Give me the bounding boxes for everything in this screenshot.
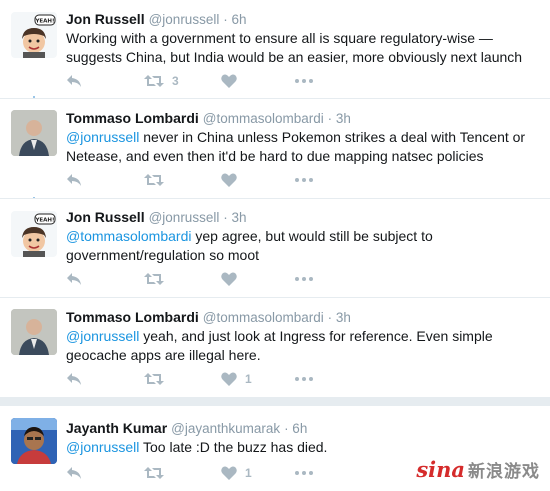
timestamp[interactable]: · 6h bbox=[284, 421, 307, 436]
tweet-actions bbox=[66, 269, 366, 289]
timestamp[interactable]: · 3h bbox=[328, 111, 351, 126]
author-handle[interactable]: @jonrussell bbox=[149, 12, 220, 27]
author-name[interactable]: Jon Russell bbox=[66, 11, 145, 27]
tweet-actions bbox=[66, 170, 366, 190]
heart-icon bbox=[221, 466, 237, 480]
timestamp[interactable]: · 3h bbox=[223, 210, 246, 225]
reply-button[interactable] bbox=[66, 170, 82, 190]
author-name[interactable]: Jon Russell bbox=[66, 209, 145, 225]
retweet-button[interactable] bbox=[144, 369, 172, 389]
more-icon bbox=[295, 471, 313, 475]
reply-icon bbox=[67, 467, 81, 479]
like-count: 1 bbox=[245, 372, 252, 386]
like-button[interactable]: 1 bbox=[221, 463, 252, 483]
like-count: 1 bbox=[245, 466, 252, 480]
more-button[interactable] bbox=[295, 170, 313, 190]
tweet[interactable]: YEAH! Jon Russell @jonrussell · 6h Workin… bbox=[0, 0, 550, 96]
retweet-icon bbox=[144, 467, 164, 479]
heart-icon bbox=[221, 372, 237, 386]
like-button[interactable]: 1 bbox=[221, 369, 252, 389]
retweet-button[interactable]: 3 bbox=[144, 71, 179, 91]
avatar[interactable] bbox=[11, 110, 57, 156]
retweet-count: 3 bbox=[172, 74, 179, 88]
tweet-text: @jonrussell Too late :D the buzz has die… bbox=[66, 438, 536, 457]
tweet-actions: 1 bbox=[66, 463, 366, 483]
watermark: sina 新浪游戏 bbox=[416, 457, 540, 482]
reply-icon bbox=[67, 373, 81, 385]
reply-button[interactable] bbox=[66, 71, 82, 91]
reply-button[interactable] bbox=[66, 269, 82, 289]
mention-link[interactable]: @jonrussell bbox=[66, 328, 139, 344]
watermark-logo: sina bbox=[416, 457, 465, 482]
mention-link[interactable]: @jonrussell bbox=[66, 129, 139, 145]
more-button[interactable] bbox=[295, 71, 313, 91]
more-button[interactable] bbox=[295, 269, 313, 289]
more-icon bbox=[295, 277, 313, 281]
more-icon bbox=[295, 377, 313, 381]
reply-icon bbox=[67, 273, 81, 285]
heart-icon bbox=[221, 74, 237, 88]
tweet-body: Working with a government to ensure all … bbox=[66, 30, 523, 65]
mention-link[interactable]: @jonrussell bbox=[66, 439, 139, 455]
avatar[interactable]: YEAH! bbox=[11, 12, 57, 58]
author-handle[interactable]: @jonrussell bbox=[149, 210, 220, 225]
avatar-badge: YEAH! bbox=[34, 19, 54, 25]
author-handle[interactable]: @tommasolombardi bbox=[203, 310, 324, 325]
like-button[interactable] bbox=[221, 170, 245, 190]
tweet-text: Working with a government to ensure all … bbox=[66, 29, 536, 67]
watermark-text: 新浪游戏 bbox=[468, 462, 540, 482]
reply-icon bbox=[67, 75, 81, 87]
more-icon bbox=[295, 178, 313, 182]
tweet-text: @jonrussell never in China unless Pokemo… bbox=[66, 128, 536, 166]
tweet-text: @jonrussell yeah, and just look at Ingre… bbox=[66, 327, 536, 365]
avatar[interactable] bbox=[11, 309, 57, 355]
retweet-button[interactable] bbox=[144, 463, 172, 483]
timestamp[interactable]: · 6h bbox=[223, 12, 246, 27]
timestamp[interactable]: · 3h bbox=[328, 310, 351, 325]
avatar-badge: YEAH! bbox=[34, 218, 54, 224]
retweet-icon bbox=[144, 273, 164, 285]
tweet-text: @tommasolombardi yep agree, but would st… bbox=[66, 227, 536, 265]
author-name[interactable]: Tommaso Lombardi bbox=[66, 110, 199, 126]
like-button[interactable] bbox=[221, 269, 245, 289]
more-icon bbox=[295, 79, 313, 83]
author-name[interactable]: Tommaso Lombardi bbox=[66, 309, 199, 325]
avatar[interactable] bbox=[11, 418, 57, 464]
tweet[interactable]: Tommaso Lombardi @tommasolombardi · 3h @j… bbox=[0, 298, 550, 396]
tweet-actions: 1 bbox=[66, 369, 366, 389]
mention-link[interactable]: @tommasolombardi bbox=[66, 228, 191, 244]
retweet-icon bbox=[144, 373, 164, 385]
author-name[interactable]: Jayanth Kumar bbox=[66, 420, 167, 436]
like-button[interactable] bbox=[221, 71, 245, 91]
reply-icon bbox=[67, 174, 81, 186]
reply-button[interactable] bbox=[66, 369, 82, 389]
tweet[interactable]: Tommaso Lombardi @tommasolombardi · 3h @j… bbox=[0, 99, 550, 197]
heart-icon bbox=[221, 272, 237, 286]
tweet-body: Too late :D the buzz has died. bbox=[139, 439, 328, 455]
author-handle[interactable]: @jayanthkumarak bbox=[171, 421, 280, 436]
retweet-icon bbox=[144, 75, 164, 87]
retweet-button[interactable] bbox=[144, 269, 172, 289]
retweet-icon bbox=[144, 174, 164, 186]
tweet[interactable]: YEAH! Jon Russell @jonrussell · 3h @tomma… bbox=[0, 199, 550, 297]
heart-icon bbox=[221, 173, 237, 187]
conversation-separator bbox=[0, 397, 550, 406]
avatar[interactable]: YEAH! bbox=[11, 211, 57, 257]
tweet-actions: 3 bbox=[66, 71, 366, 91]
more-button[interactable] bbox=[295, 463, 313, 483]
more-button[interactable] bbox=[295, 369, 313, 389]
reply-button[interactable] bbox=[66, 463, 82, 483]
author-handle[interactable]: @tommasolombardi bbox=[203, 111, 324, 126]
retweet-button[interactable] bbox=[144, 170, 172, 190]
